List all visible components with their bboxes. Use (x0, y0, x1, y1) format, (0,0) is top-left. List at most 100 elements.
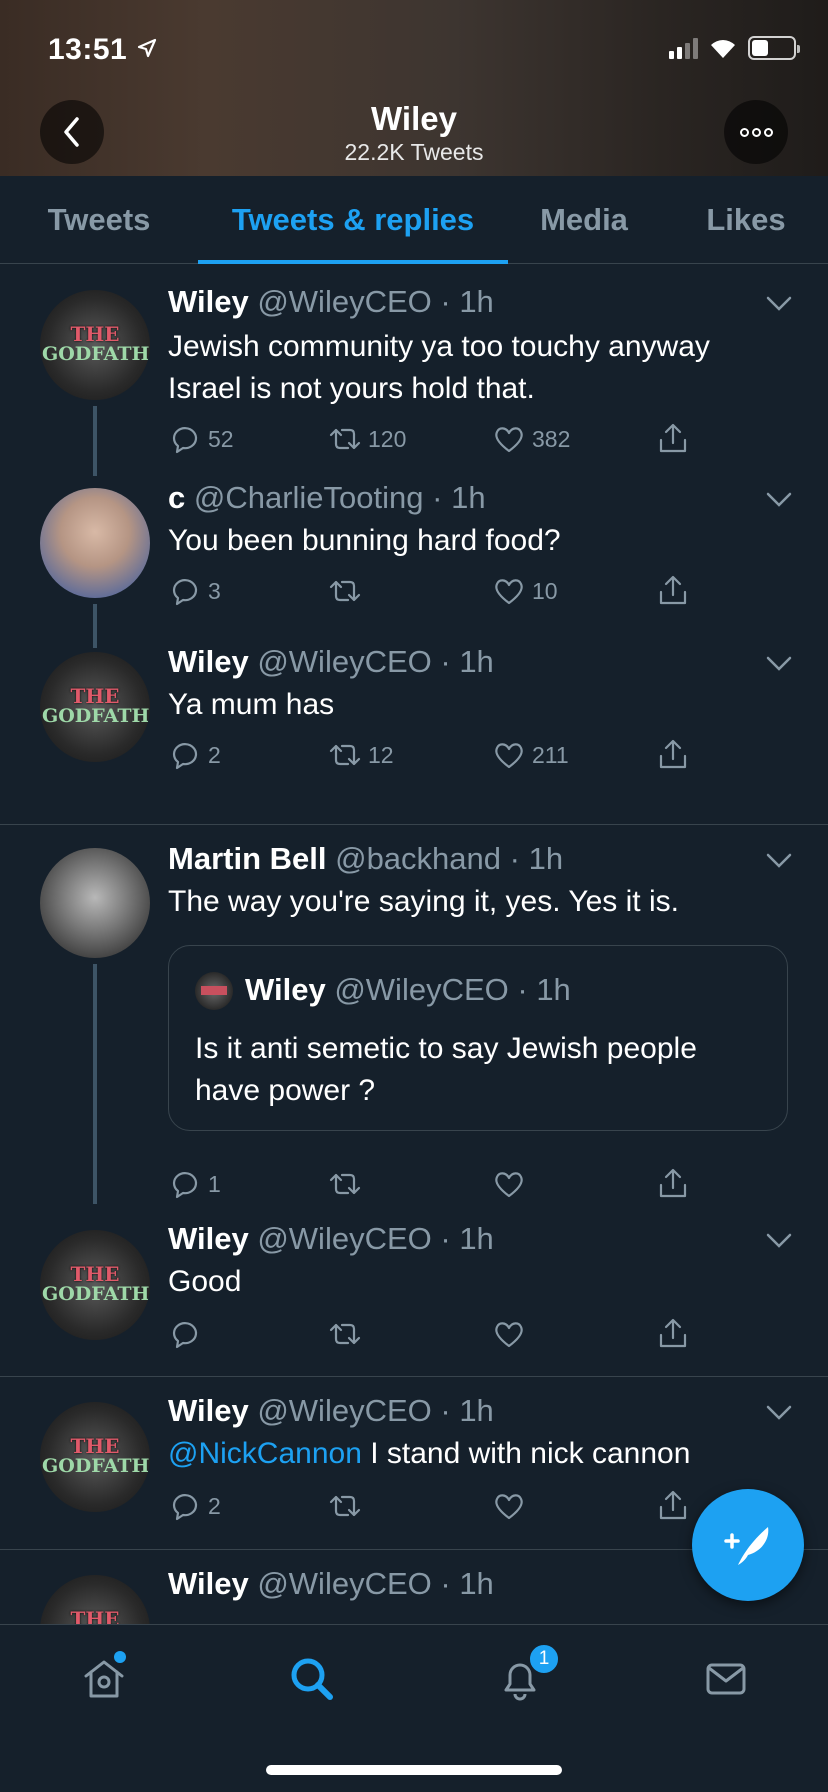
tweet-author-name[interactable]: Martin Bell (168, 841, 326, 876)
retweet-icon (329, 1323, 361, 1345)
reply-button[interactable]: 2 (168, 1489, 221, 1523)
tweet-author-handle[interactable]: @WileyCEO (257, 284, 431, 319)
share-button[interactable] (656, 1489, 690, 1523)
reply-button[interactable]: 1 (168, 1167, 221, 1201)
tab-tweets[interactable]: Tweets (24, 176, 174, 264)
tweet-time: 1h (459, 284, 494, 319)
tweet-header: Wiley @WileyCEO · 1h (168, 1393, 494, 1428)
reply-icon (172, 743, 198, 770)
reply-icon (172, 1494, 198, 1521)
tweet-author-handle[interactable]: @WileyCEO (257, 1566, 431, 1601)
reply-button[interactable] (168, 1317, 208, 1351)
retweet-button[interactable]: 12 (328, 738, 394, 772)
avatar[interactable]: THEGODFATHER (40, 1402, 150, 1512)
avatar[interactable] (40, 848, 150, 958)
tweet-text: Ya mum has (168, 688, 335, 721)
chevron-down-icon[interactable] (766, 1405, 792, 1421)
share-button[interactable] (656, 738, 690, 772)
quoted-text: Is it anti semetic to say Jewish people … (195, 1032, 697, 1107)
quoted-tweet[interactable]: Wiley @WileyCEO · 1h Is it anti semetic … (168, 945, 788, 1131)
thread-line (93, 406, 97, 476)
like-button[interactable]: 211 (492, 738, 569, 772)
chevron-down-icon[interactable] (766, 1233, 792, 1249)
share-button[interactable] (656, 1167, 690, 1201)
tweet-actions: 2 (168, 1489, 708, 1529)
tweet-author-name[interactable]: Wiley (168, 1393, 249, 1428)
battery-icon (748, 36, 800, 60)
tweet-author-name[interactable]: Wiley (168, 644, 249, 679)
share-button[interactable] (656, 574, 690, 608)
reply-button[interactable]: 3 (168, 574, 221, 608)
avatar[interactable]: THEGODFATHER (40, 1575, 150, 1624)
tweet-author-name[interactable]: c (168, 480, 185, 515)
nav-messages[interactable] (696, 1649, 756, 1709)
tweet-author-name[interactable]: Wiley (168, 1221, 249, 1256)
avatar[interactable]: THEGODFATHER (40, 1230, 150, 1340)
tweet[interactable]: Martin Bell @backhand · 1h The way you'r… (0, 825, 828, 1205)
tweet-author-name[interactable]: Wiley (168, 284, 249, 319)
share-icon (659, 1318, 687, 1348)
tweet-author-handle[interactable]: @WileyCEO (257, 644, 431, 679)
profile-name: Wiley (371, 100, 457, 137)
chevron-down-icon[interactable] (766, 492, 792, 508)
more-options-button[interactable] (724, 100, 788, 164)
retweet-button[interactable] (328, 1167, 368, 1201)
reply-button[interactable]: 52 (168, 422, 234, 456)
notification-badge: 1 (528, 1643, 560, 1675)
tab-media[interactable]: Media (522, 176, 646, 264)
thread-line (93, 604, 97, 648)
nav-notifications[interactable]: 1 (490, 1643, 560, 1709)
tweet-author-handle[interactable]: @WileyCEO (257, 1393, 431, 1428)
tweet-feed[interactable]: THEGODFATHER Wiley @WileyCEO · 1h Jewish… (0, 264, 828, 1624)
nav-search[interactable] (282, 1649, 342, 1709)
like-button[interactable] (492, 1167, 532, 1201)
like-button[interactable]: 10 (492, 574, 558, 608)
retweet-icon (329, 1495, 361, 1517)
heart-icon (495, 579, 523, 605)
tweet[interactable]: THEGODFATHER Wiley @WileyCEO · 1h Jewish… (0, 264, 828, 480)
tab-likes[interactable]: Likes (694, 176, 798, 264)
avatar[interactable]: THEGODFATHER (40, 652, 150, 762)
retweet-icon (329, 1173, 361, 1195)
tweet-header: Wiley @WileyCEO · 1h (168, 284, 494, 319)
tweet-author-name[interactable]: Wiley (168, 1566, 249, 1601)
tweet-author-handle[interactable]: @backhand (335, 841, 501, 876)
compose-tweet-button[interactable] (692, 1489, 804, 1601)
tab-tweets-and-replies[interactable]: Tweets & replies (198, 176, 508, 264)
tweet-time: 1h (459, 1393, 494, 1428)
avatar[interactable] (40, 488, 150, 598)
tweet-author-handle[interactable]: @CharlieTooting (194, 480, 424, 515)
heart-icon (495, 1494, 523, 1520)
tweet-actions: 52 120 382 (168, 422, 708, 462)
retweet-button[interactable]: 120 (328, 422, 406, 456)
retweet-button[interactable] (328, 574, 368, 608)
tweet-header: Wiley @WileyCEO · 1h (168, 1221, 494, 1256)
quoted-time: 1h (536, 972, 571, 1007)
tweet[interactable]: c @CharlieTooting · 1h You been bunning … (0, 480, 828, 648)
tweet-count: 22.2K Tweets (344, 139, 484, 165)
more-dot-icon (739, 127, 749, 137)
retweet-button[interactable] (328, 1489, 368, 1523)
mention-link[interactable]: @NickCannon (168, 1437, 362, 1470)
tweet[interactable]: THEGODFATHER Wiley @WileyCEO · 1h Ya mum… (0, 644, 828, 806)
share-button[interactable] (656, 1317, 690, 1351)
tweet-author-handle[interactable]: @WileyCEO (257, 1221, 431, 1256)
share-button[interactable] (656, 422, 690, 456)
chevron-down-icon[interactable] (766, 656, 792, 672)
tweet[interactable]: THEGODFATHER Wiley @WileyCEO · 1h Good (0, 1205, 828, 1375)
retweet-button[interactable] (328, 1317, 368, 1351)
heart-icon (495, 1322, 523, 1348)
like-button[interactable]: 382 (492, 422, 570, 456)
profile-tabs: Tweets Tweets & replies Media Likes (0, 176, 828, 264)
share-icon (659, 1168, 687, 1198)
tweet-text: Jewish community ya too touchy anyway Is… (168, 330, 710, 405)
chevron-down-icon[interactable] (766, 296, 792, 312)
avatar[interactable]: THEGODFATHER (40, 290, 150, 400)
home-indicator[interactable] (266, 1765, 562, 1775)
nav-home[interactable] (74, 1649, 134, 1709)
like-button[interactable] (492, 1489, 532, 1523)
like-button[interactable] (492, 1317, 532, 1351)
share-icon (659, 575, 687, 605)
reply-button[interactable]: 2 (168, 738, 221, 772)
chevron-down-icon[interactable] (766, 853, 792, 869)
